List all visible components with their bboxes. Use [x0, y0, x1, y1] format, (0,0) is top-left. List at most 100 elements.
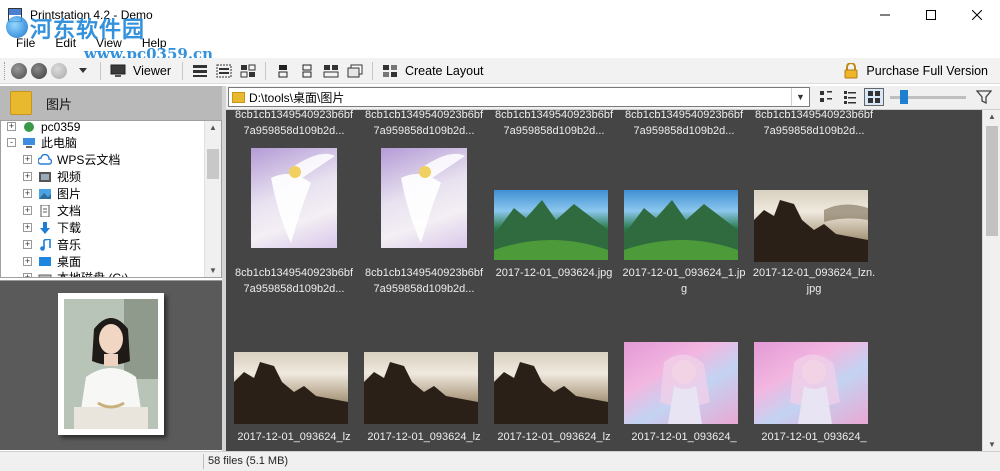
collapse-toggle[interactable]: -	[7, 138, 16, 147]
tree-item-music[interactable]: + 音乐	[23, 236, 81, 253]
view-details-icon[interactable]	[840, 88, 860, 106]
expand-toggle[interactable]: +	[23, 189, 32, 198]
music-icon	[40, 238, 51, 251]
thumbnail-grid[interactable]: 8cb1cb1349540923b6bf7a959858d109b2d... 8…	[226, 110, 982, 451]
layout-list-icon[interactable]	[215, 62, 233, 80]
expand-toggle[interactable]: +	[23, 155, 32, 164]
thumbnail-image[interactable]	[234, 352, 348, 424]
single-page-icon[interactable]	[274, 62, 292, 80]
thumbnail-image[interactable]	[494, 352, 608, 424]
thumbnail-image[interactable]	[251, 148, 337, 248]
layout-tiles-icon[interactable]	[239, 62, 257, 80]
filter-icon[interactable]	[976, 89, 992, 105]
tree-item-documents[interactable]: + 文档	[23, 202, 81, 219]
minimize-button[interactable]	[862, 0, 908, 30]
tree-item-label: pc0359	[41, 120, 81, 134]
thumbnail-image[interactable]	[754, 342, 868, 424]
tree-item-desktop[interactable]: + 桌面	[23, 253, 81, 270]
monitor-icon[interactable]	[109, 62, 127, 80]
close-icon	[972, 10, 982, 20]
thumbnail-item[interactable]: 2017-12-01_093624_lz	[492, 340, 616, 451]
scroll-up-icon[interactable]: ▲	[988, 112, 996, 121]
viewer-button[interactable]: Viewer	[133, 64, 171, 78]
tree-item-videos[interactable]: + 视频	[23, 168, 81, 185]
thumbnail-item[interactable]: 2017-12-01_093624_1.jpg	[622, 148, 746, 308]
thumbnail-image[interactable]	[381, 148, 467, 248]
thumbnail-image[interactable]	[494, 190, 608, 260]
close-button[interactable]	[954, 0, 1000, 30]
tree-item-wps-cloud[interactable]: + WPS云文档	[23, 151, 120, 168]
layout-grid-icon[interactable]	[191, 62, 209, 80]
scroll-up-icon[interactable]: ▲	[209, 123, 217, 132]
stack-icon[interactable]	[322, 62, 340, 80]
thumbnail-item[interactable]: 2017-12-01_093624_lzn.jpg	[752, 148, 876, 308]
thumbnail-image[interactable]	[624, 342, 738, 424]
menu-help[interactable]: Help	[142, 36, 167, 54]
expand-toggle[interactable]: +	[23, 273, 32, 277]
view-small-icons-icon[interactable]	[816, 88, 836, 106]
toolbar-grip[interactable]	[4, 61, 7, 80]
tree-item-pictures[interactable]: + 图片	[23, 185, 81, 202]
history-dropdown-icon[interactable]	[74, 62, 92, 80]
menu-edit[interactable]: Edit	[55, 36, 76, 54]
slider-thumb[interactable]	[900, 90, 908, 104]
chevron-down-icon[interactable]: ▼	[791, 88, 809, 106]
folder-tree[interactable]: + pc0359 - 此电脑 + WPS云文档 + 视频 + 图片 + 文档 +…	[0, 120, 222, 278]
thumbnail-item[interactable]: 8cb1cb1349540923b6bf7a959858d109b2d...	[362, 148, 486, 308]
minimize-icon	[880, 14, 890, 16]
tree-scroll-thumb[interactable]	[207, 149, 219, 179]
image-preview-pane	[0, 280, 222, 450]
tree-scrollbar[interactable]: ▲ ▼	[204, 121, 221, 277]
double-page-icon[interactable]	[298, 62, 316, 80]
maximize-button[interactable]	[908, 0, 954, 30]
tree-item-local-disk[interactable]: + 本地磁盘 (C:)	[23, 269, 128, 277]
folder-header: 图片	[0, 86, 222, 120]
thumbnail-caption: 2017-12-01_093624.jpg	[495, 267, 613, 279]
tree-item-label: WPS云文档	[57, 153, 121, 167]
tree-item-pc0359[interactable]: + pc0359	[7, 120, 81, 135]
purchase-area: Purchase Full Version	[844, 61, 994, 81]
menu-file[interactable]: File	[16, 36, 35, 54]
toolbar-separator	[264, 61, 266, 80]
menu-view[interactable]: View	[96, 36, 122, 54]
thumbnail-item[interactable]: 2017-12-01_093624_	[622, 340, 746, 451]
copy-icon[interactable]	[346, 62, 364, 80]
layout-icon[interactable]	[381, 62, 399, 80]
up-icon[interactable]	[31, 62, 47, 79]
toolbar-separator	[371, 61, 373, 80]
thumbnail-size-slider[interactable]	[890, 90, 966, 104]
thumbnail-caption: 2017-12-01_093624_	[631, 431, 737, 443]
preview-card	[58, 293, 164, 435]
scroll-down-icon[interactable]: ▼	[988, 440, 996, 449]
forward-icon[interactable]	[51, 62, 67, 79]
purchase-full-version-button[interactable]: Purchase Full Version	[866, 64, 988, 78]
folder-icon	[10, 91, 32, 115]
thumbnail-caption: 8cb1cb1349540923b6bf7a959858d109b2d...	[494, 110, 614, 137]
tree-item-downloads[interactable]: + 下载	[23, 219, 81, 236]
path-combobox[interactable]: D:\tools\桌面\图片 ▼	[228, 87, 810, 107]
grid-scroll-thumb[interactable]	[986, 126, 998, 236]
preview-image[interactable]	[64, 299, 158, 429]
thumbnail-image[interactable]	[364, 352, 478, 424]
scroll-down-icon[interactable]: ▼	[209, 266, 217, 275]
expand-toggle[interactable]: +	[23, 206, 32, 215]
thumbnail-item[interactable]: 8cb1cb1349540923b6bf7a959858d109b2d...	[232, 148, 356, 308]
back-icon[interactable]	[11, 62, 27, 79]
grid-scrollbar[interactable]: ▲ ▼	[982, 110, 1000, 451]
expand-toggle[interactable]: +	[23, 240, 32, 249]
tree-item-this-pc[interactable]: - 此电脑	[7, 134, 77, 151]
view-thumbnails-icon[interactable]	[864, 88, 884, 106]
thumbnail-image[interactable]	[624, 190, 738, 260]
main-toolbar: Viewer Create Layout Purchase Full Versi…	[0, 58, 1000, 84]
thumbnail-image[interactable]	[754, 190, 868, 262]
expand-toggle[interactable]: +	[23, 257, 32, 266]
expand-toggle[interactable]: +	[23, 223, 32, 232]
thumbnail-item[interactable]: 2017-12-01_093624.jpg	[492, 148, 616, 308]
expand-toggle[interactable]: +	[7, 122, 16, 131]
create-layout-button[interactable]: Create Layout	[405, 64, 484, 78]
thumbnail-item[interactable]: 2017-12-01_093624_lz	[362, 340, 486, 451]
thumbnail-item[interactable]: 2017-12-01_093624_	[752, 340, 876, 451]
menu-bar: File Edit View Help	[0, 36, 187, 54]
expand-toggle[interactable]: +	[23, 172, 32, 181]
thumbnail-item[interactable]: 2017-12-01_093624_lz	[232, 340, 356, 451]
